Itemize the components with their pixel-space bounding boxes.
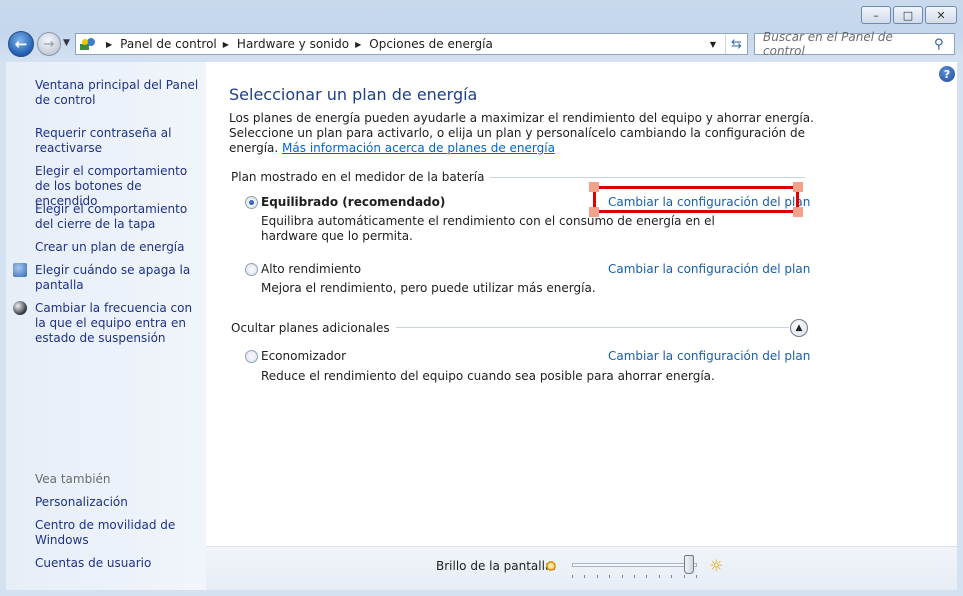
refresh-button[interactable]: ⇆ [725,34,747,54]
sidebar-item-require-password[interactable]: Requerir contraseña al reactivarse [35,126,195,156]
brightness-slider-thumb[interactable] [684,555,694,574]
window-controls: – □ ✕ [859,6,957,24]
chevron-up-icon: ▲ [795,323,803,333]
hidden-plans-section-title: Ocultar planes adicionales [231,321,396,335]
breadcrumb-hardware-sound[interactable]: Hardware y sonido ▶ [237,37,369,51]
page-title: Seleccionar un plan de energía [229,85,478,104]
plan-name-balanced[interactable]: Equilibrado (recomendado) [261,195,445,209]
help-icon[interactable]: ? [939,66,955,82]
breadcrumb-label: Opciones de energía [369,37,493,51]
intro-text: Los planes de energía pueden ayudarle a … [229,111,819,156]
dim-sun-icon [546,561,556,571]
sidebar-item-sleep-frequency[interactable]: Cambiar la frecuencia con la que el equi… [35,301,200,346]
change-plan-link-high-performance[interactable]: Cambiar la configuración del plan [608,262,810,276]
breadcrumb-control-panel[interactable]: Panel de control ▶ [120,37,237,51]
breadcrumb-power-options[interactable]: Opciones de energía [369,37,493,51]
see-also-mobility-center[interactable]: Centro de movilidad de Windows [35,518,195,548]
moon-icon [13,301,27,315]
search-input[interactable]: Buscar en el Panel de control [763,30,934,58]
plan-radio-high-performance[interactable] [245,263,258,276]
resize-handle [793,207,803,217]
see-also-personalization[interactable]: Personalización [35,495,195,510]
resize-handle [589,207,599,217]
sidebar-item-control-panel-home[interactable]: Ventana principal del Panel de control [35,78,200,108]
breadcrumb-separator-root[interactable]: ▶ [100,40,120,49]
plan-desc-high-performance: Mejora el rendimiento, pero puede utiliz… [261,281,596,295]
resize-handle [589,182,599,192]
plan-radio-balanced[interactable] [245,196,258,209]
chevron-right-icon: ▶ [106,39,113,49]
address-bar[interactable]: ▶ Panel de control ▶ Hardware y sonido ▶ O… [75,33,748,55]
sidebar-item-lid-close[interactable]: Elegir el comportamiento del cierre de l… [35,202,200,232]
plan-radio-power-saver[interactable] [245,350,258,363]
forward-button[interactable]: → [37,32,61,56]
battery-section-title: Plan mostrado en el medidor de la baterí… [231,170,491,184]
breadcrumb-label: Panel de control [120,37,217,51]
more-info-link[interactable]: Más información acerca de planes de ener… [282,141,555,155]
control-panel-icon [76,34,100,54]
brightness-label: Brillo de la pantalla: [436,559,557,573]
change-plan-link-power-saver[interactable]: Cambiar la configuración del plan [608,349,810,363]
search-box[interactable]: Buscar en el Panel de control ⚲ [754,30,955,58]
arrow-right-icon: → [43,36,55,52]
plan-desc-power-saver: Reduce el rendimiento del equipo cuando … [261,369,715,383]
sidebar-item-create-plan[interactable]: Crear un plan de energía [35,240,200,255]
address-dropdown[interactable]: ▼ [703,34,723,54]
arrow-left-icon: ← [14,35,28,53]
chevron-right-icon: ▶ [355,39,362,49]
maximize-button[interactable]: □ [893,6,923,24]
plan-name-power-saver[interactable]: Economizador [261,349,346,363]
monitor-clock-icon [13,263,27,277]
plan-name-high-performance[interactable]: Alto rendimiento [261,262,361,276]
resize-handle [793,182,803,192]
bright-sun-icon: ☼ [709,556,724,575]
see-also-heading: Vea también [35,472,111,486]
brightness-slider[interactable] [572,563,697,567]
chevron-right-icon: ▶ [222,39,229,49]
sidebar-item-display-off[interactable]: Elegir cuándo se apaga la pantalla [35,263,195,293]
chevron-down-icon: ▼ [709,39,717,49]
navigation-bar: ← → ▼ ▶ Panel de control ▶ Hardware y son… [0,29,963,59]
search-icon[interactable]: ⚲ [934,37,954,52]
see-also-user-accounts[interactable]: Cuentas de usuario [35,556,195,571]
minimize-button[interactable]: – [861,6,891,24]
collapse-button[interactable]: ▲ [790,319,808,337]
chevron-down-icon: ▼ [63,38,70,48]
brightness-bar [206,546,957,590]
close-button[interactable]: ✕ [925,6,957,24]
breadcrumb-label: Hardware y sonido [236,37,350,51]
back-button[interactable]: ← [8,31,34,57]
history-dropdown[interactable]: ▼ [63,38,70,48]
slider-ticks [572,575,697,579]
plan-desc-balanced: Equilibra automáticamente el rendimiento… [261,214,715,243]
refresh-icon: ⇆ [731,36,742,52]
highlight-box [593,186,799,213]
